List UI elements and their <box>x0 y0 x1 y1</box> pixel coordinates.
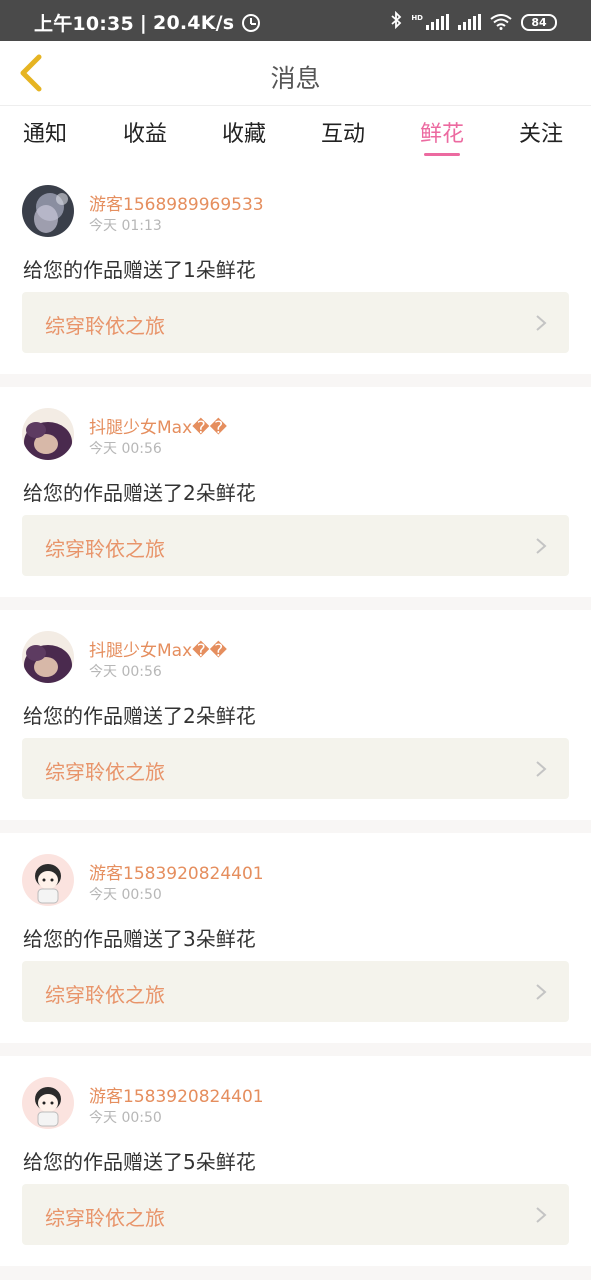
avatar[interactable] <box>22 854 74 906</box>
work-link[interactable]: 综穿聆依之旅 <box>22 515 569 576</box>
signal-icon-hd: HD <box>411 14 449 30</box>
divider <box>0 820 591 833</box>
message-text: 给您的作品赠送了2朵鲜花 <box>23 481 256 505</box>
work-link[interactable]: 综穿聆依之旅 <box>22 961 569 1022</box>
battery-icon: 84 <box>521 13 557 31</box>
divider <box>0 597 591 610</box>
message-text: 给您的作品赠送了1朵鲜花 <box>23 258 256 282</box>
message-time: 今天 00:50 <box>89 887 162 903</box>
hd-label: HD <box>411 14 423 22</box>
battery-body: 84 <box>521 13 557 31</box>
username[interactable]: 抖腿少女Max�� <box>89 413 227 438</box>
message-time: 今天 00:56 <box>89 441 162 457</box>
avatar[interactable] <box>22 631 74 683</box>
avatar[interactable] <box>22 1077 74 1129</box>
divider <box>0 1043 591 1056</box>
message-card: 游客1568989969533 今天 01:13 给您的作品赠送了1朵鲜花 综穿… <box>0 164 591 374</box>
message-card: 游客1583920824401 今天 00:50 给您的作品赠送了3朵鲜花 综穿… <box>0 833 591 1043</box>
status-separator: | <box>139 11 148 34</box>
work-title: 综穿聆依之旅 <box>45 1206 165 1230</box>
work-title: 综穿聆依之旅 <box>45 760 165 784</box>
work-link[interactable]: 综穿聆依之旅 <box>22 292 569 353</box>
username[interactable]: 抖腿少女Max�� <box>89 636 227 661</box>
username[interactable]: 游客1583920824401 <box>89 859 264 884</box>
message-card: 抖腿少女Max�� 今天 00:56 给您的作品赠送了2朵鲜花 综穿聆依之旅 <box>0 387 591 597</box>
wifi-icon <box>490 14 512 30</box>
message-time: 今天 01:13 <box>89 218 162 234</box>
tab-bar: 通知 收益 收藏 互动 鲜花 关注 <box>0 106 591 164</box>
work-title: 综穿聆依之旅 <box>45 537 165 561</box>
chevron-right-icon <box>536 538 547 554</box>
message-time: 今天 00:50 <box>89 1110 162 1126</box>
status-time: 上午10:35 <box>34 13 134 35</box>
status-bar: 上午10:35 | 20.4K/s HD 84 <box>0 0 591 41</box>
avatar[interactable] <box>22 185 74 237</box>
message-time: 今天 00:56 <box>89 664 162 680</box>
chevron-right-icon <box>536 984 547 1000</box>
message-card: 游客1583920824401 今天 00:50 给您的作品赠送了5朵鲜花 综穿… <box>0 1056 591 1266</box>
message-card: 抖腿少女Max�� 今天 00:56 给您的作品赠送了2朵鲜花 综穿聆依之旅 <box>0 610 591 820</box>
divider <box>0 1266 591 1280</box>
nav-bar: 消息 <box>0 41 591 106</box>
status-right: HD 84 <box>390 10 557 33</box>
divider <box>0 374 591 387</box>
chevron-right-icon <box>536 761 547 777</box>
username[interactable]: 游客1583920824401 <box>89 1082 264 1107</box>
signal-icon <box>458 14 481 30</box>
page-title: 消息 <box>270 64 321 93</box>
network-speed: 20.4K/s <box>153 11 235 34</box>
message-text: 给您的作品赠送了5朵鲜花 <box>23 1150 256 1174</box>
tab-notice[interactable]: 通知 <box>23 116 67 148</box>
tab-following[interactable]: 关注 <box>519 116 563 148</box>
battery-level: 84 <box>531 15 547 29</box>
message-text: 给您的作品赠送了3朵鲜花 <box>23 927 256 951</box>
status-left: 上午10:35 | 20.4K/s <box>34 9 261 36</box>
tab-earnings[interactable]: 收益 <box>123 116 167 148</box>
avatar[interactable] <box>22 408 74 460</box>
message-text: 给您的作品赠送了2朵鲜花 <box>23 704 256 728</box>
work-title: 综穿聆依之旅 <box>45 314 165 338</box>
tab-flowers[interactable]: 鲜花 <box>420 116 464 148</box>
tab-favorites[interactable]: 收藏 <box>222 116 266 148</box>
alarm-icon <box>242 13 261 32</box>
bluetooth-icon <box>390 10 402 33</box>
chevron-right-icon <box>536 1207 547 1223</box>
username[interactable]: 游客1568989969533 <box>89 190 264 215</box>
chevron-right-icon <box>536 315 547 331</box>
work-title: 综穿聆依之旅 <box>45 983 165 1007</box>
work-link[interactable]: 综穿聆依之旅 <box>22 738 569 799</box>
tab-interaction[interactable]: 互动 <box>321 116 365 148</box>
work-link[interactable]: 综穿聆依之旅 <box>22 1184 569 1245</box>
active-tab-indicator <box>424 153 460 156</box>
